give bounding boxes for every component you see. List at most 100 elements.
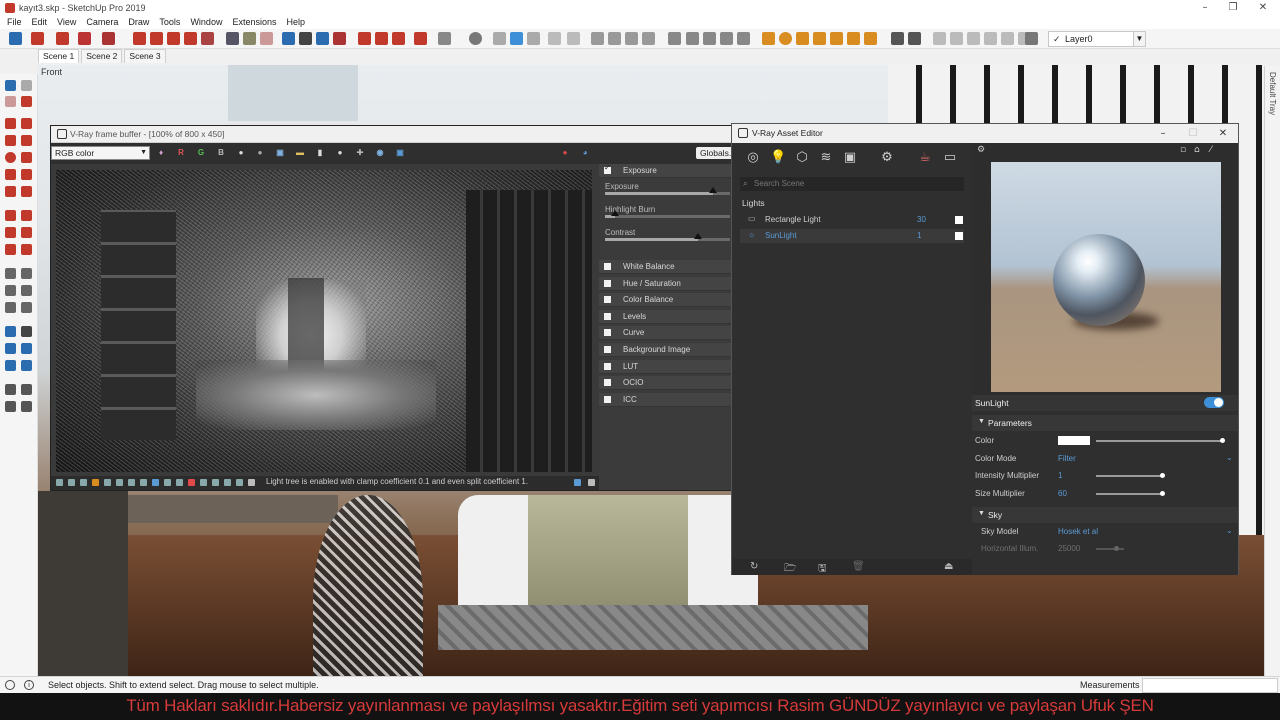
menu-draw[interactable]: Draw <box>123 15 154 29</box>
orbit-tool-icon[interactable] <box>5 326 16 337</box>
cc-row-ocio[interactable]: OCIO <box>599 376 736 390</box>
scene-tab-1[interactable]: Scene 1 <box>38 49 80 63</box>
text-icon[interactable] <box>21 285 32 296</box>
walk-icon[interactable] <box>5 401 16 412</box>
delete-icon[interactable]: 🗑 <box>852 561 865 572</box>
maximize-icon[interactable]: ❐ <box>1216 0 1250 15</box>
push-pull-icon[interactable] <box>133 32 146 45</box>
render-image[interactable] <box>56 170 592 472</box>
geo-info-icon[interactable] <box>5 680 15 690</box>
save-icon[interactable]: 🖫 <box>818 561 827 578</box>
ocio-checkbox[interactable] <box>604 379 611 386</box>
history-icon[interactable]: ● <box>334 147 346 159</box>
vray-lock-icon[interactable] <box>642 32 655 45</box>
highlight-burn-slider[interactable]: Highlight Burn <box>605 205 730 225</box>
settings-icon[interactable]: ⚙ <box>879 150 895 166</box>
cleanup-icon[interactable]: ⏏ <box>944 561 953 572</box>
cc-row-white-balance[interactable]: White Balance <box>599 260 736 274</box>
position-camera-icon[interactable] <box>5 384 16 395</box>
vray-region-icon[interactable] <box>625 32 638 45</box>
dome-light-icon[interactable] <box>847 32 860 45</box>
light-toggle[interactable] <box>1204 397 1224 408</box>
load-image-icon[interactable]: ▬ <box>294 147 306 159</box>
alpha-mode-icon[interactable]: ● <box>254 147 266 159</box>
menu-camera[interactable]: Camera <box>81 15 123 29</box>
move-tool-icon[interactable] <box>167 32 180 45</box>
follow-me-icon[interactable] <box>150 32 163 45</box>
preview-frame-icon[interactable]: ▫ <box>1180 145 1186 155</box>
menu-edit[interactable]: Edit <box>27 15 53 29</box>
white-balance-checkbox[interactable] <box>604 263 611 270</box>
rectangle-tool-icon[interactable] <box>102 32 115 45</box>
menu-tools[interactable]: Tools <box>154 15 185 29</box>
size-input[interactable]: 60 <box>1058 489 1067 498</box>
hue-saturation-checkbox[interactable] <box>604 280 611 287</box>
vray-vfb-icon[interactable] <box>548 32 561 45</box>
flip-icon[interactable] <box>200 479 207 486</box>
extension-warehouse-icon[interactable] <box>375 32 388 45</box>
line-tool-icon[interactable] <box>56 32 69 45</box>
close-icon[interactable]: ✕ <box>1246 0 1280 15</box>
open-file-icon[interactable]: 🗁 <box>784 561 796 578</box>
compare-icon[interactable] <box>80 479 87 486</box>
chevron-down-icon[interactable]: ⌄ <box>1226 526 1233 535</box>
pan-tool-icon[interactable] <box>21 326 32 337</box>
levels-checkbox[interactable] <box>604 313 611 320</box>
color-clamp-icon[interactable] <box>92 479 99 486</box>
expand-panel-icon[interactable] <box>574 479 581 486</box>
iso-view-icon[interactable] <box>933 32 946 45</box>
clear-image-icon[interactable]: ▮ <box>314 147 326 159</box>
cursor-info-icon[interactable] <box>188 479 195 486</box>
tape-icon[interactable] <box>5 268 16 279</box>
measurements-input[interactable] <box>1142 678 1278 693</box>
top-view-icon[interactable] <box>950 32 963 45</box>
zoom-tool-icon[interactable] <box>5 343 16 354</box>
curve-checkbox[interactable] <box>604 329 611 336</box>
groups-icon[interactable] <box>908 32 921 45</box>
protractor-icon[interactable] <box>5 285 16 296</box>
zoom-icon[interactable] <box>316 32 329 45</box>
text-tool-icon[interactable] <box>243 32 256 45</box>
vray-interactive-icon[interactable] <box>493 32 506 45</box>
slider-handle[interactable] <box>1159 491 1165 496</box>
pie-icon[interactable] <box>21 186 32 197</box>
rectangle-icon[interactable] <box>5 135 16 146</box>
vray-viewport-render-icon[interactable] <box>608 32 621 45</box>
mesh-light-icon[interactable] <box>864 32 877 45</box>
lights-icon[interactable]: 💡 <box>770 150 786 166</box>
menu-extensions[interactable]: Extensions <box>227 15 281 29</box>
rect-light-icon[interactable] <box>762 32 775 45</box>
vfb-icon[interactable]: ▭ <box>942 150 958 166</box>
cc-row-lut[interactable]: LUT <box>599 360 736 374</box>
sky-group[interactable]: ▼ Sky <box>972 507 1238 523</box>
red-channel-button[interactable]: R <box>175 147 187 159</box>
size-slider[interactable] <box>1096 493 1164 495</box>
slider-handle[interactable] <box>693 233 702 239</box>
omni-light-icon[interactable] <box>830 32 843 45</box>
arc-tool-icon[interactable] <box>78 32 91 45</box>
vray-fur-icon[interactable] <box>668 32 681 45</box>
back-view-icon[interactable] <box>1001 32 1014 45</box>
background-image-checkbox[interactable] <box>604 346 611 353</box>
rotated-rectangle-icon[interactable] <box>21 135 32 146</box>
vray-asset-editor-icon[interactable] <box>510 32 523 45</box>
light-intensity[interactable]: 30 <box>917 215 926 224</box>
menu-window[interactable]: Window <box>185 15 227 29</box>
slider-handle[interactable] <box>1159 473 1165 478</box>
pixel-info-icon[interactable] <box>68 479 75 486</box>
intensity-slider[interactable] <box>1096 475 1164 477</box>
zoom-extents-tool-icon[interactable] <box>5 360 16 371</box>
spot-light-icon[interactable] <box>796 32 809 45</box>
dimension-icon[interactable] <box>21 268 32 279</box>
close-icon[interactable]: ✕ <box>1208 124 1238 143</box>
two-point-arc-icon[interactable] <box>21 169 32 180</box>
warehouse-icon[interactable] <box>358 32 371 45</box>
ruby-console-icon[interactable] <box>414 32 427 45</box>
slider-handle[interactable] <box>611 210 619 216</box>
menu-help[interactable]: Help <box>281 15 310 29</box>
purge-icon[interactable]: ↻ <box>750 561 758 572</box>
color-slider[interactable] <box>1096 440 1224 442</box>
look-around-icon[interactable] <box>21 384 32 395</box>
vray-cloud-icon[interactable] <box>527 32 540 45</box>
vray-pack-icon[interactable] <box>737 32 750 45</box>
